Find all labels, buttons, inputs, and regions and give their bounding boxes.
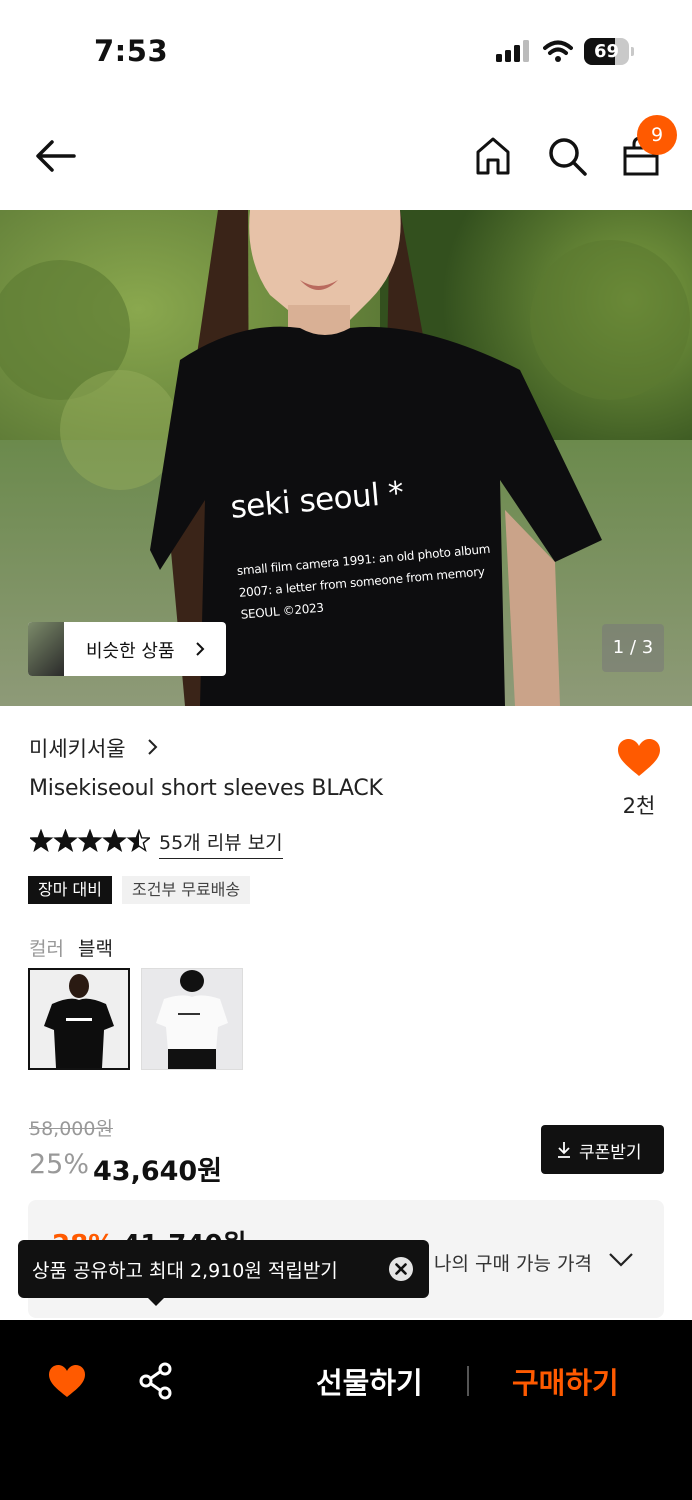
tag-rainy-season: 장마 대비 xyxy=(28,876,112,904)
chevron-right-icon xyxy=(196,642,205,656)
heart-icon[interactable] xyxy=(48,1364,86,1398)
chevron-right-icon[interactable] xyxy=(147,738,159,756)
similar-products-button[interactable]: 비슷한 상품 xyxy=(28,622,226,676)
brand-name[interactable]: 미세키서울 xyxy=(29,733,126,763)
color-option-white[interactable] xyxy=(141,968,243,1070)
share-icon[interactable] xyxy=(138,1362,174,1400)
product-image-carousel[interactable]: seki seoul * small film camera 1991: an … xyxy=(0,210,692,706)
image-pager: 1 / 3 xyxy=(602,624,664,672)
tag-free-shipping: 조건부 무료배송 xyxy=(122,876,251,904)
search-icon[interactable] xyxy=(547,136,587,176)
close-icon[interactable] xyxy=(389,1257,413,1281)
battery-indicator: 69 xyxy=(584,38,634,65)
similar-products-label: 비슷한 상품 xyxy=(86,641,175,662)
color-label: 컬러 xyxy=(29,938,64,960)
chevron-down-icon xyxy=(609,1253,633,1267)
similar-product-thumbnail xyxy=(28,622,64,676)
tooltip-text: 상품 공유하고 최대 2,910원 적립받기 xyxy=(32,1260,338,1282)
battery-level: 69 xyxy=(593,41,620,62)
share-reward-tooltip: 상품 공유하고 최대 2,910원 적립받기 xyxy=(18,1240,429,1306)
star-3 xyxy=(77,829,103,853)
divider xyxy=(467,1366,469,1396)
black-tshirt-thumbnail xyxy=(30,970,128,1068)
top-navigation: 9 xyxy=(0,100,692,210)
product-title: Misekiseoul short sleeves BLACK xyxy=(29,776,383,801)
my-price-label: 나의 구매 가능 가격 xyxy=(434,1253,592,1275)
star-4 xyxy=(102,829,127,853)
sale-price: 43,640원 xyxy=(93,1156,223,1187)
back-arrow-icon[interactable] xyxy=(34,138,78,174)
tooltip-arrow xyxy=(146,1296,166,1306)
coupon-label: 쿠폰받기 xyxy=(579,1143,642,1163)
bottom-action-bar: 선물하기 구매하기 xyxy=(0,1320,692,1500)
color-option-black[interactable] xyxy=(28,968,130,1070)
wifi-icon xyxy=(543,40,573,62)
star-rating xyxy=(30,829,150,853)
buy-button[interactable]: 구매하기 xyxy=(512,1360,619,1402)
home-icon[interactable] xyxy=(474,136,512,176)
cart-count-badge: 9 xyxy=(637,115,677,155)
download-icon xyxy=(558,1142,570,1158)
discount-rate: 25% xyxy=(29,1149,90,1180)
original-price: 58,000원 xyxy=(29,1118,113,1140)
like-count: 2천 xyxy=(622,794,656,818)
star-1 xyxy=(30,829,54,853)
white-tshirt-thumbnail xyxy=(142,969,242,1069)
gift-button[interactable]: 선물하기 xyxy=(316,1360,423,1402)
status-time: 7:53 xyxy=(94,34,169,68)
reviews-link[interactable]: 55개 리뷰 보기 xyxy=(159,828,283,859)
heart-icon[interactable] xyxy=(617,738,661,778)
coupon-download-button[interactable]: 쿠폰받기 xyxy=(541,1125,664,1174)
status-bar: 7:53 69 xyxy=(0,0,692,100)
cellular-signal-icon xyxy=(496,40,529,62)
color-value: 블랙 xyxy=(78,938,113,960)
star-2 xyxy=(53,829,78,853)
